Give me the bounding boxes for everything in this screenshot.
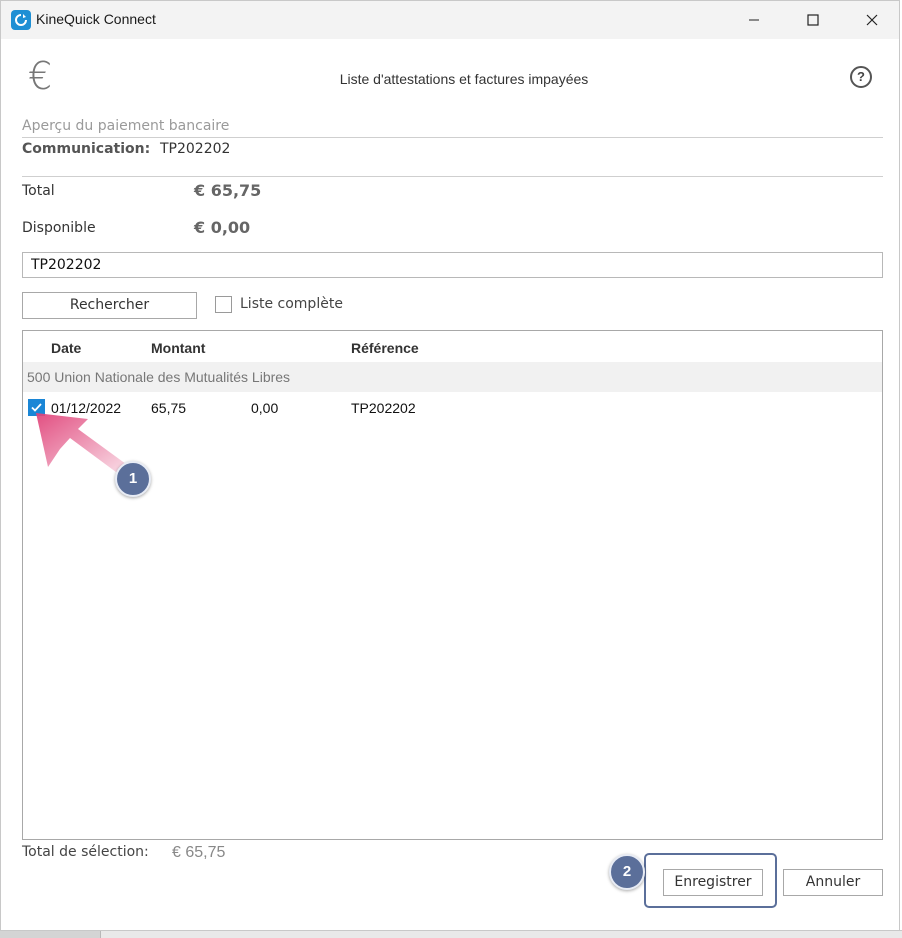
row-available: 0,00 <box>251 400 279 416</box>
available-label: Disponible <box>22 220 96 236</box>
annotation-marker-1: 1 <box>115 461 151 497</box>
search-button[interactable]: Rechercher <box>22 292 197 319</box>
full-list-checkbox[interactable] <box>215 296 232 313</box>
minimize-button[interactable] <box>725 1 783 39</box>
annotation-marker-2: 2 <box>609 854 645 890</box>
available-value: € 0,00 <box>194 218 251 237</box>
invoice-table: Date Montant Référence 500 Union Nationa… <box>22 330 883 840</box>
minimize-icon <box>749 19 759 21</box>
group-row: 500 Union Nationale des Mutualités Libre… <box>23 362 882 392</box>
divider <box>22 176 883 177</box>
row-amount: 65,75 <box>151 400 187 416</box>
title-bar[interactable]: KineQuick Connect <box>1 1 899 39</box>
communication-label: Communication: <box>22 141 151 157</box>
maximize-icon <box>807 14 819 26</box>
close-icon <box>866 14 878 26</box>
help-icon[interactable]: ? <box>850 66 872 88</box>
total-value: € 65,75 <box>194 181 262 200</box>
cancel-button[interactable]: Annuler <box>783 869 883 896</box>
total-label: Total <box>22 183 55 199</box>
column-header-amount[interactable]: Montant <box>151 340 205 356</box>
selection-total-value: € 65,75 <box>172 844 226 861</box>
maximize-button[interactable] <box>784 1 842 39</box>
table-row[interactable]: 01/12/2022 65,75 0,00 TP202202 <box>23 392 882 422</box>
close-button[interactable] <box>843 1 901 39</box>
divider <box>22 137 883 138</box>
column-header-reference[interactable]: Référence <box>351 340 419 356</box>
selection-total-label: Total de sélection: <box>22 844 149 860</box>
window-title: KineQuick Connect <box>36 11 156 27</box>
group-label: 500 Union Nationale des Mutualités Libre… <box>27 369 291 385</box>
app-logo-icon <box>11 10 31 30</box>
bank-payment-section-label: Aperçu du paiement bancaire <box>22 118 230 134</box>
row-reference: TP202202 <box>351 400 416 416</box>
annotation-highlight <box>644 853 777 908</box>
full-list-label: Liste complète <box>240 296 343 312</box>
column-header-date[interactable]: Date <box>51 340 81 356</box>
communication-value: TP202202 <box>160 141 231 157</box>
page-title: Liste d'attestations et factures impayée… <box>339 71 589 87</box>
search-input[interactable] <box>22 252 883 278</box>
